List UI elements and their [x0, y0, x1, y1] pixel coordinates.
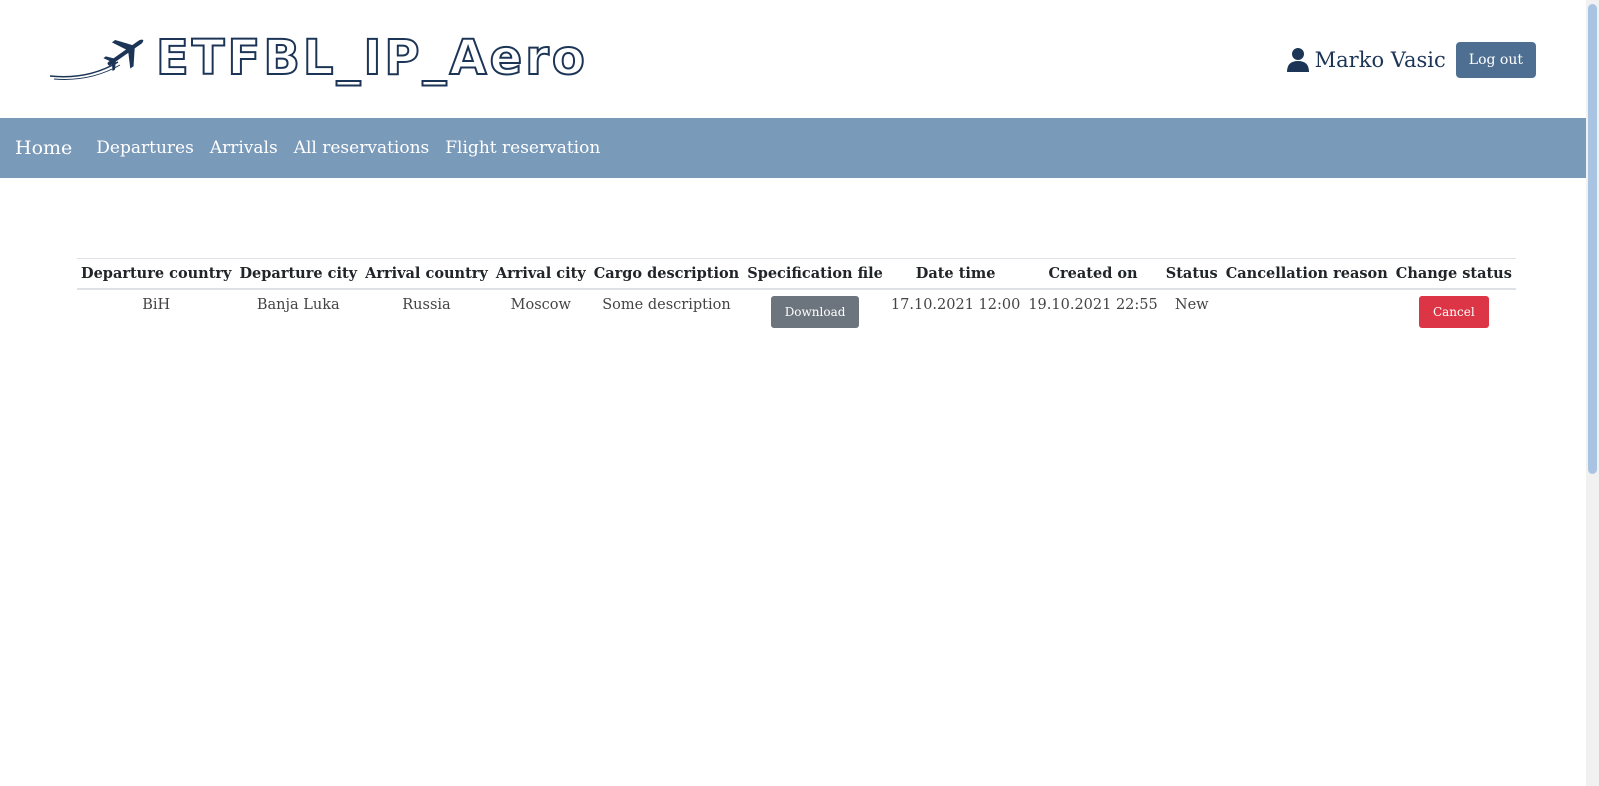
cell-departure-country: BiH: [142, 297, 171, 313]
nav-flight-reservation-link[interactable]: Flight reservation: [445, 138, 600, 158]
col-created-on: Created on: [1024, 258, 1162, 290]
cell-created-on: 19.10.2021 22:55: [1028, 297, 1158, 313]
cell-departure-city: Banja Luka: [256, 297, 340, 313]
nav-departures-link[interactable]: Departures: [96, 138, 194, 158]
col-date-time: Date time: [886, 258, 1025, 290]
col-cargo-description: Cargo description: [589, 258, 744, 290]
table-row: BiH Banja Luka Russia Moscow Some descri…: [77, 289, 1516, 335]
cell-date-time: 17.10.2021 12:00: [890, 297, 1021, 313]
site-logo[interactable]: ETFBL_IP_Aero: [48, 30, 588, 86]
cell-cargo-description: Some description: [602, 297, 731, 313]
download-button[interactable]: Download: [770, 296, 860, 328]
col-arrival-country: Arrival country: [361, 258, 492, 290]
reservations-table: Departure country Departure city Arrival…: [77, 258, 1516, 335]
cancel-button[interactable]: Cancel: [1418, 296, 1489, 328]
nav-home-link[interactable]: Home: [15, 137, 72, 159]
col-departure-country: Departure country: [77, 258, 236, 290]
col-status: Status: [1161, 258, 1222, 290]
col-cancellation-reason: Cancellation reason: [1221, 258, 1392, 290]
reservations-table-container: Departure country Departure city Arrival…: [77, 258, 1516, 335]
page-scrollbar[interactable]: [1586, 0, 1599, 786]
header: ETFBL_IP_Aero Marko Vasic Log out: [0, 0, 1586, 118]
cell-arrival-country: Russia: [402, 297, 451, 313]
cell-arrival-city: Moscow: [510, 297, 571, 313]
airplane-icon: [48, 32, 148, 84]
col-specification-file: Specification file: [743, 258, 887, 290]
nav-all-reservations-link[interactable]: All reservations: [294, 138, 430, 158]
table-header-row: Departure country Departure city Arrival…: [77, 258, 1516, 290]
cell-specification-file: Download: [743, 289, 887, 335]
user-name: Marko Vasic: [1314, 48, 1446, 72]
main-navbar: Home Departures Arrivals All reservation…: [0, 118, 1586, 178]
col-change-status: Change status: [1391, 258, 1516, 290]
logout-button[interactable]: Log out: [1455, 42, 1536, 78]
logo-text: ETFBL_IP_Aero: [155, 30, 588, 86]
cell-status: New: [1174, 297, 1209, 313]
nav-arrivals-link[interactable]: Arrivals: [210, 138, 278, 158]
user-area: Marko Vasic Log out: [1286, 42, 1536, 78]
col-arrival-city: Arrival city: [491, 258, 590, 290]
user-icon: [1286, 47, 1310, 73]
scrollbar-thumb[interactable]: [1588, 4, 1597, 474]
cell-cancellation-reason: [1222, 289, 1392, 335]
col-departure-city: Departure city: [235, 258, 362, 290]
cell-change-status: Cancel: [1392, 289, 1516, 335]
